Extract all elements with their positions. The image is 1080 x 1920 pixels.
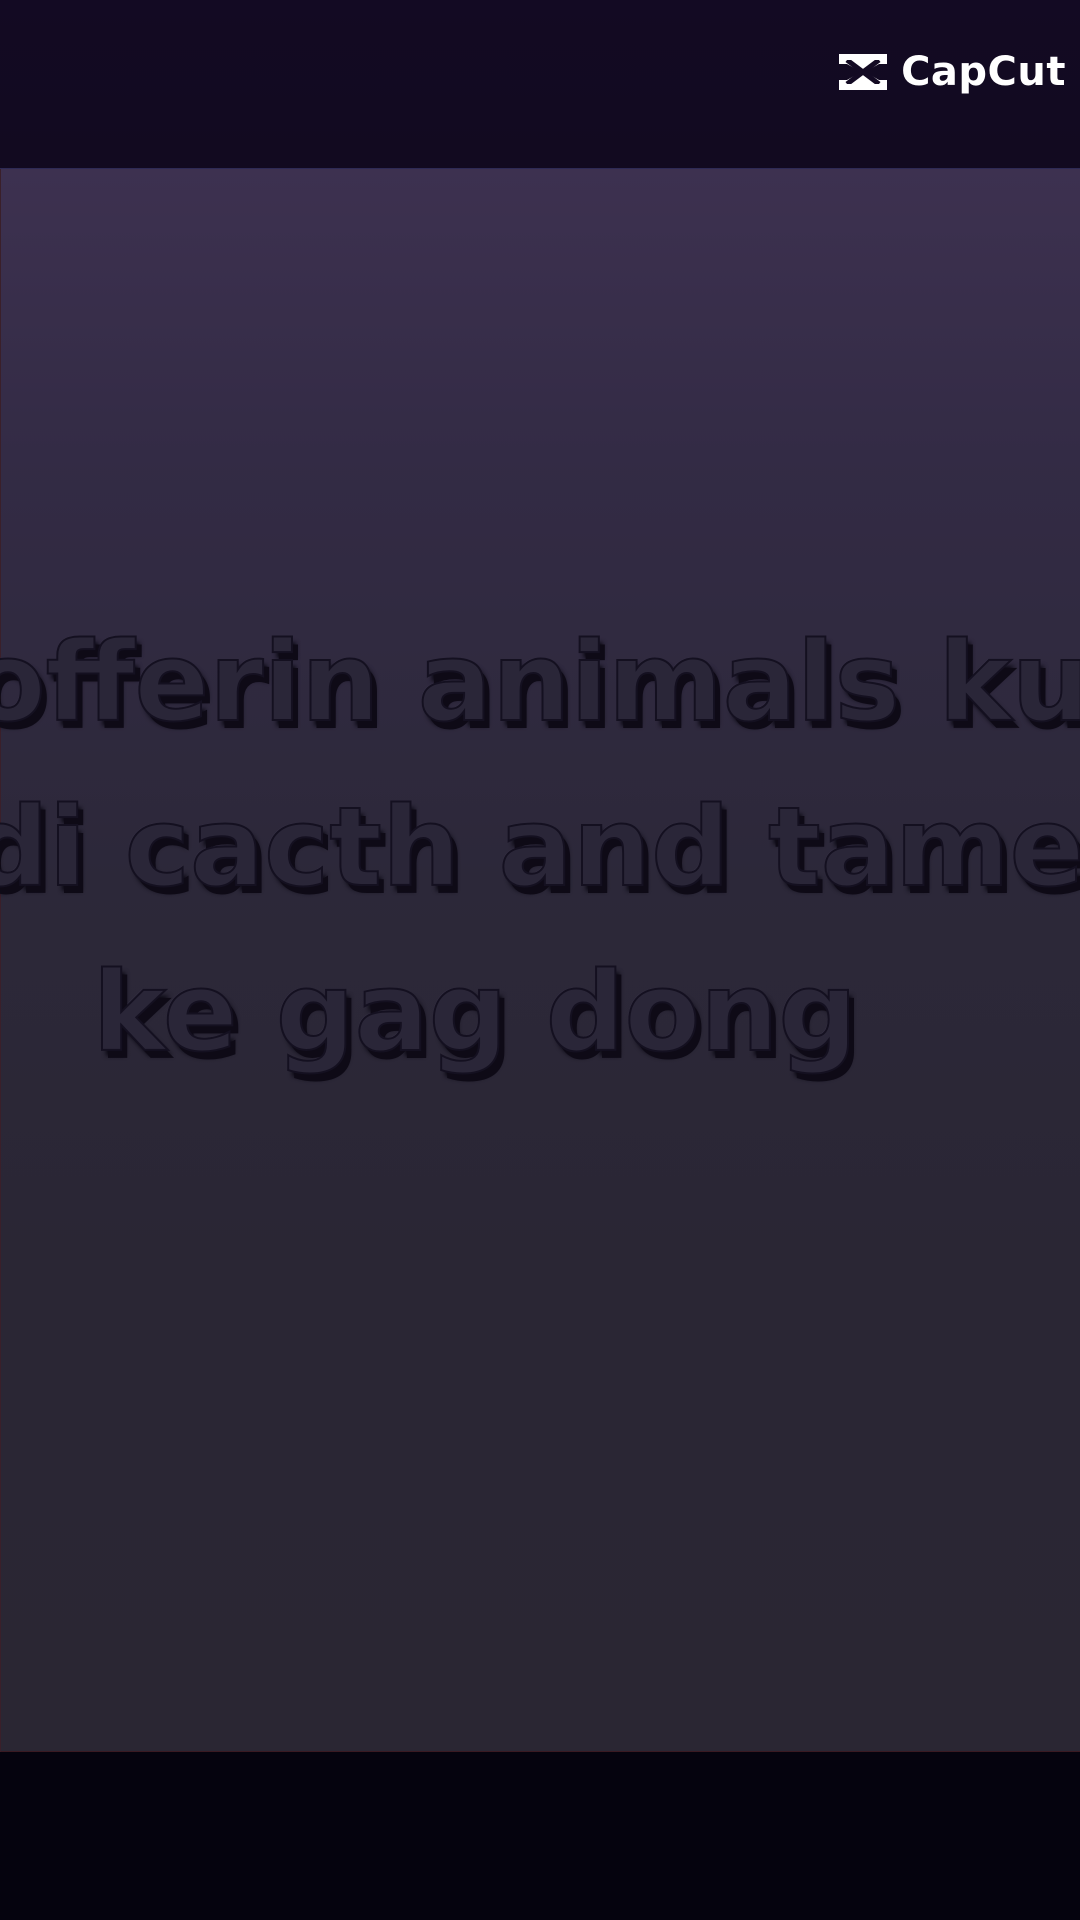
caption-line-3: ke gag dong — [92, 947, 858, 1077]
caption-line-2: di cacth and tame — [0, 782, 1080, 912]
video-frame: CapCut offerin animals ku di cacth and t… — [0, 0, 1080, 1920]
bottom-letterbox — [0, 1752, 1080, 1920]
caption-line-1: offerin animals ku — [0, 617, 1080, 747]
top-letterbox: CapCut — [0, 0, 1080, 168]
capcut-watermark: CapCut — [835, 48, 1066, 96]
capcut-wordmark: CapCut — [901, 49, 1066, 95]
video-caption: offerin animals ku di cacth and tame ke … — [0, 600, 1080, 1095]
capcut-logo-icon — [835, 50, 891, 94]
